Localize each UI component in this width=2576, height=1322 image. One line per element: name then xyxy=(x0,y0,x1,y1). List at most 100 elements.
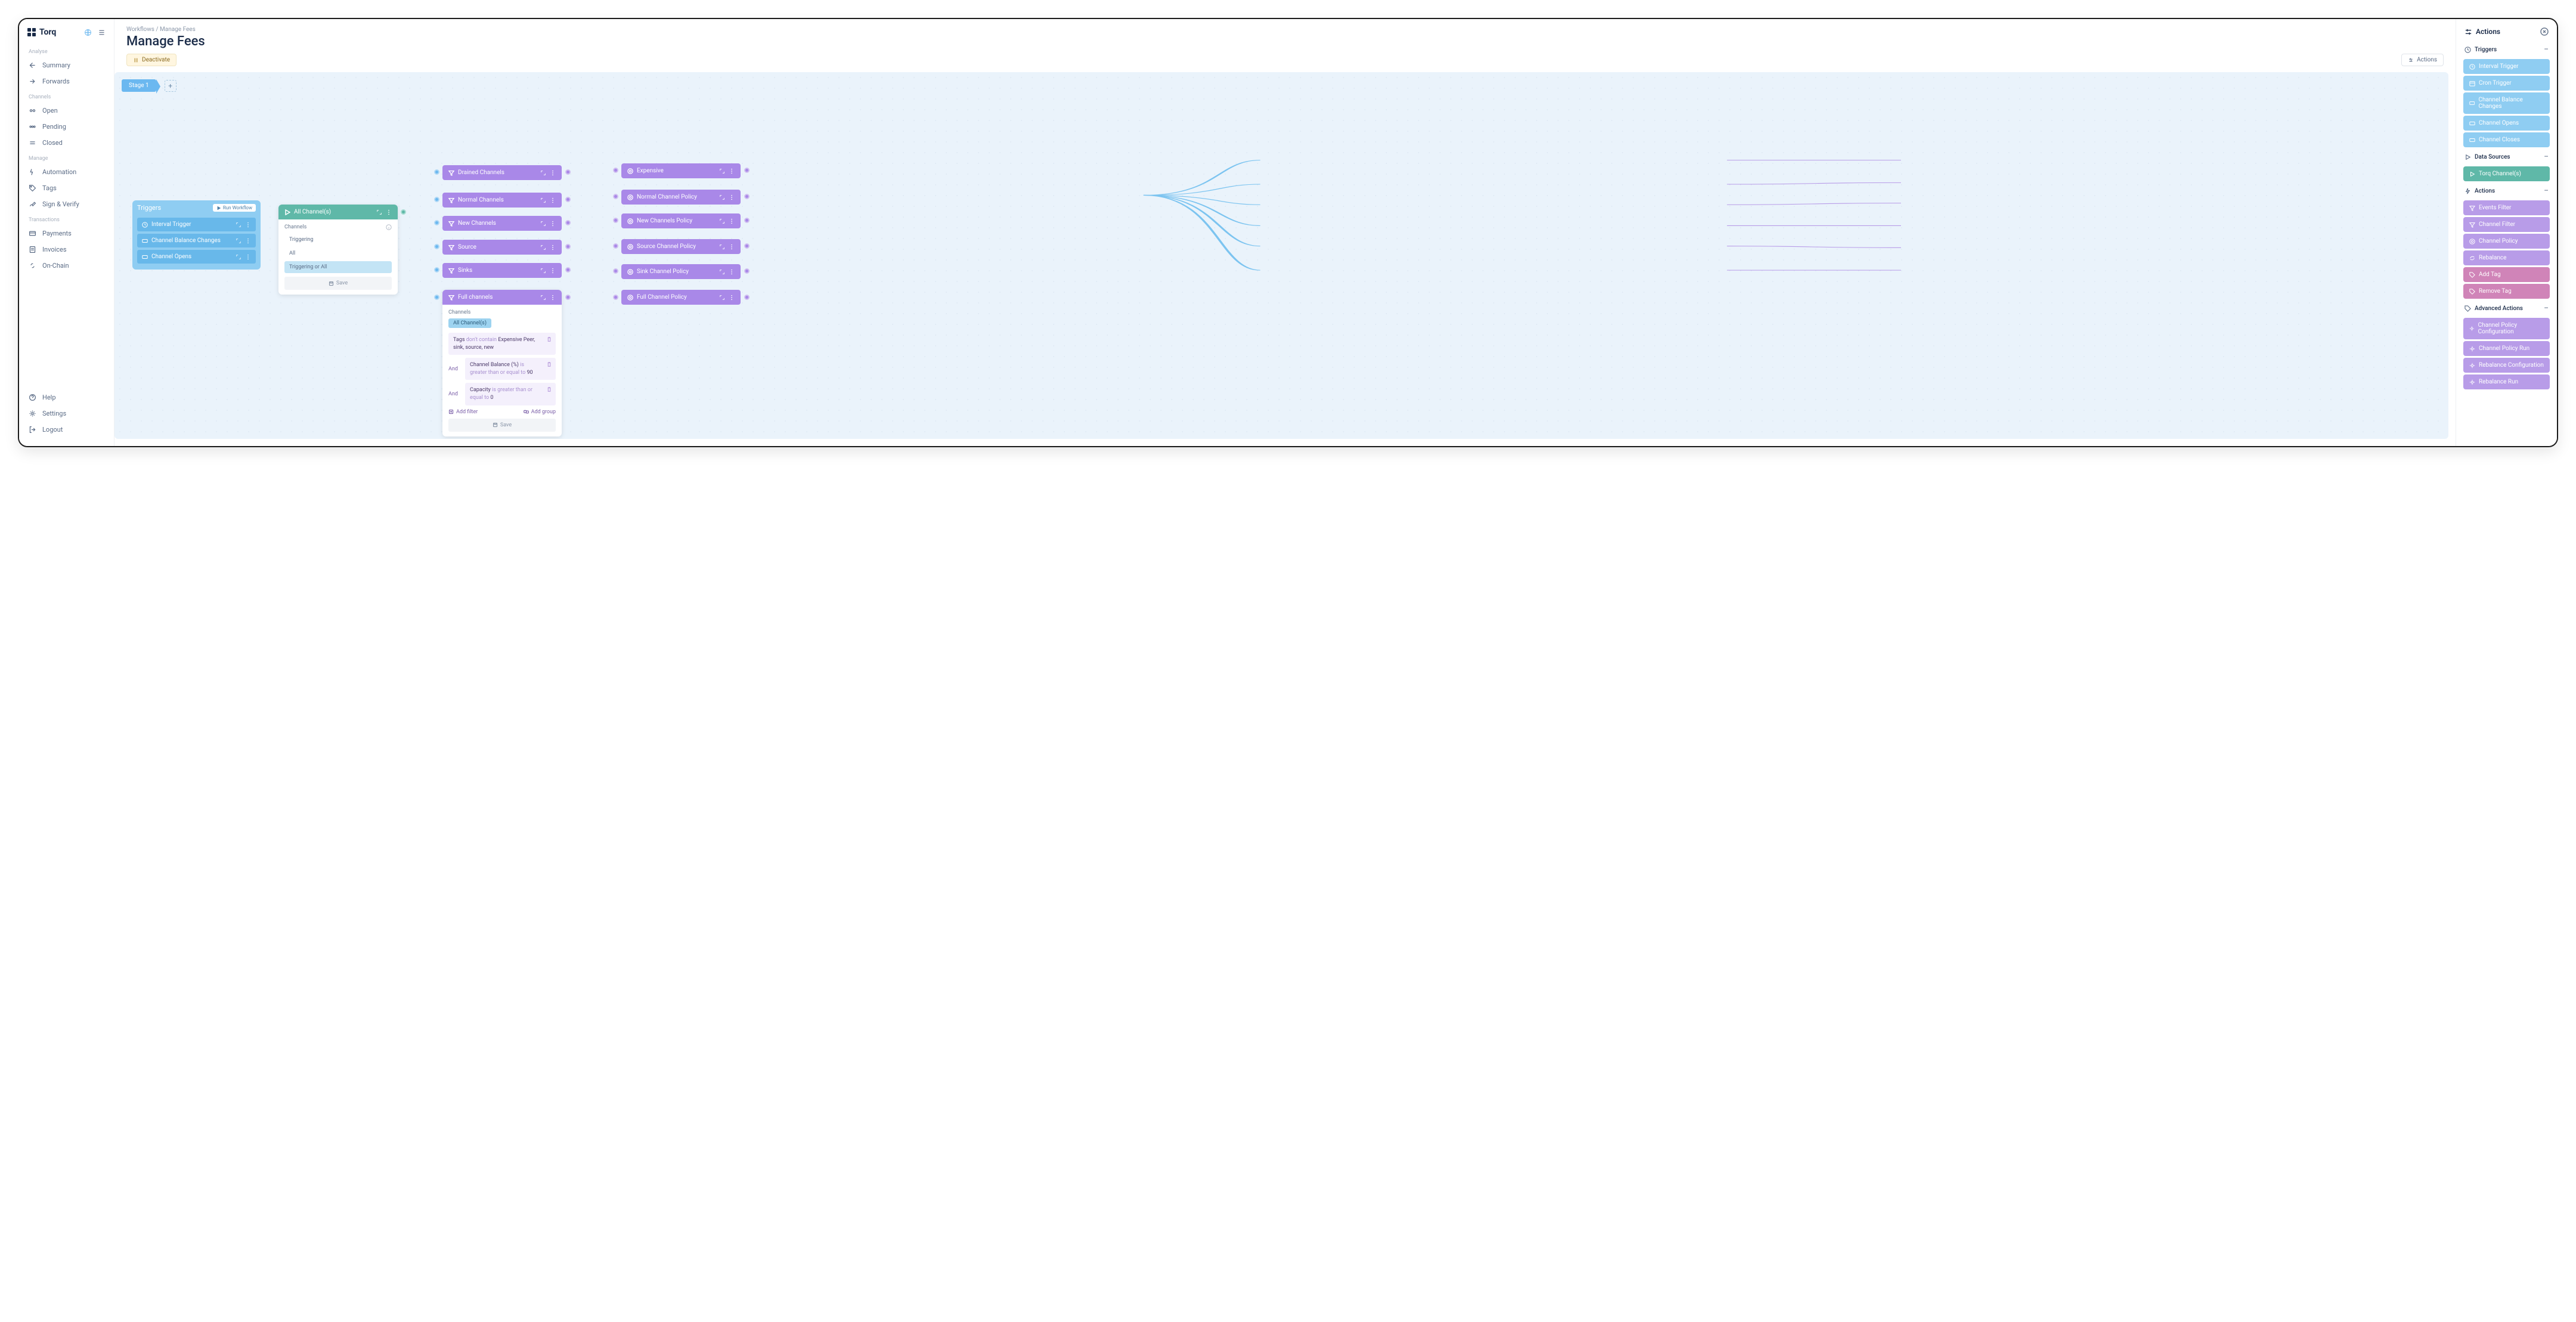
save-button[interactable]: Save xyxy=(448,419,556,432)
policy-expensive[interactable]: Expensive xyxy=(621,163,741,178)
sidebar-item-forwards[interactable]: Forwards xyxy=(19,73,114,89)
port-in[interactable] xyxy=(613,243,618,249)
sidebar-item-closed[interactable]: Closed xyxy=(19,135,114,151)
port-out[interactable] xyxy=(744,243,750,249)
rule-balance[interactable]: Channel Balance (%) is greater than or e… xyxy=(465,358,556,380)
add-filter-button[interactable]: Add filter xyxy=(448,409,478,415)
policy-source[interactable]: Source Channel Policy xyxy=(621,239,741,254)
sidebar-item-settings[interactable]: Settings xyxy=(19,405,114,422)
rp-add-tag[interactable]: Add Tag xyxy=(2463,267,2550,282)
rule-tags[interactable]: Tags don't contain Expensive Peer, sink,… xyxy=(448,333,556,355)
expand-icon[interactable] xyxy=(540,197,546,203)
breadcrumb-workflows[interactable]: Workflows xyxy=(126,26,154,33)
sidebar-item-summary[interactable]: Summary xyxy=(19,57,114,73)
port-out[interactable] xyxy=(744,268,750,274)
sidebar-item-help[interactable]: Help xyxy=(19,389,114,405)
actions-button[interactable]: Actions xyxy=(2401,54,2444,66)
expand-icon[interactable] xyxy=(540,221,546,227)
triggers-card[interactable]: Triggers Run Workflow Interval Trigger C… xyxy=(132,200,261,270)
run-workflow-button[interactable]: Run Workflow xyxy=(213,204,256,212)
port-in[interactable] xyxy=(434,169,439,175)
trigger-row-balance[interactable]: Channel Balance Changes xyxy=(137,234,256,247)
filter-normal[interactable]: Normal Channels xyxy=(442,193,562,208)
filter-sinks[interactable]: Sinks xyxy=(442,263,562,278)
port-out[interactable] xyxy=(744,218,750,223)
channels-chip[interactable]: All Channel(s) xyxy=(448,318,491,328)
expand-icon[interactable] xyxy=(540,244,546,250)
rp-remove-tag[interactable]: Remove Tag xyxy=(2463,284,2550,299)
port-out[interactable] xyxy=(565,295,571,300)
port-out[interactable] xyxy=(565,220,571,225)
expand-icon[interactable] xyxy=(719,168,725,174)
expand-icon[interactable] xyxy=(236,238,242,244)
expand-icon[interactable] xyxy=(540,268,546,274)
rp-channel-balance[interactable]: Channel Balance Changes xyxy=(2463,92,2550,114)
delete-rule-button[interactable] xyxy=(546,361,552,370)
add-stage-button[interactable]: + xyxy=(165,80,177,92)
rp-rebalance-run[interactable]: Rebalance Run xyxy=(2463,374,2550,389)
more-icon[interactable] xyxy=(550,170,556,176)
rp-events-filter[interactable]: Events Filter xyxy=(2463,200,2550,215)
policy-new[interactable]: New Channels Policy xyxy=(621,213,741,228)
close-icon[interactable] xyxy=(2540,27,2549,36)
sidebar-item-automation[interactable]: Automation xyxy=(19,164,114,180)
port-in[interactable] xyxy=(613,168,618,173)
menu-icon[interactable] xyxy=(98,29,106,36)
port-out[interactable] xyxy=(565,267,571,273)
save-button[interactable]: Save xyxy=(284,277,392,290)
port-in[interactable] xyxy=(434,267,439,273)
port-in[interactable] xyxy=(434,197,439,202)
port-out[interactable] xyxy=(565,169,571,175)
sidebar-item-pending[interactable]: Pending xyxy=(19,119,114,135)
more-icon[interactable] xyxy=(550,295,556,301)
rp-cron-trigger[interactable]: Cron Trigger xyxy=(2463,76,2550,91)
expand-icon[interactable] xyxy=(719,295,725,301)
more-icon[interactable] xyxy=(729,194,735,200)
trigger-row-interval[interactable]: Interval Trigger xyxy=(137,218,256,231)
filter-new[interactable]: New Channels xyxy=(442,216,562,231)
more-icon[interactable] xyxy=(386,209,392,215)
more-icon[interactable] xyxy=(550,221,556,227)
expand-icon[interactable] xyxy=(540,295,546,301)
sidebar-item-onchain[interactable]: On-Chain xyxy=(19,258,114,274)
info-icon[interactable] xyxy=(386,224,392,230)
expand-icon[interactable] xyxy=(376,209,382,215)
port-in[interactable] xyxy=(434,244,439,249)
expand-icon[interactable] xyxy=(719,194,725,200)
more-icon[interactable] xyxy=(729,168,735,174)
workflow-canvas[interactable]: Stage 1 + Triggers Run Workflow Interval… xyxy=(114,72,2448,439)
opt-triggering[interactable]: Triggering xyxy=(284,234,392,246)
rp-policy-config[interactable]: Channel Policy Configuration xyxy=(2463,318,2550,339)
policy-full[interactable]: Full Channel Policy xyxy=(621,290,741,305)
filter-drained[interactable]: Drained Channels xyxy=(442,165,562,180)
expand-icon[interactable] xyxy=(719,269,725,275)
more-icon[interactable] xyxy=(729,269,735,275)
more-icon[interactable] xyxy=(245,222,251,228)
sidebar-item-logout[interactable]: Logout xyxy=(19,422,114,438)
collapse-icon[interactable]: − xyxy=(2544,304,2549,312)
sidebar-item-signverify[interactable]: Sign & Verify xyxy=(19,196,114,212)
sidebar-item-invoices[interactable]: Invoices xyxy=(19,242,114,258)
app-logo[interactable]: Torq xyxy=(27,27,56,37)
expand-icon[interactable] xyxy=(719,218,725,224)
port-in[interactable] xyxy=(613,268,618,274)
globe-icon[interactable] xyxy=(84,29,92,36)
rp-channel-filter[interactable]: Channel Filter xyxy=(2463,217,2550,232)
sidebar-item-tags[interactable]: Tags xyxy=(19,180,114,196)
policy-sink[interactable]: Sink Channel Policy xyxy=(621,264,741,279)
port-out[interactable] xyxy=(744,295,750,300)
rp-channel-opens[interactable]: Channel Opens xyxy=(2463,116,2550,131)
opt-all[interactable]: All xyxy=(284,247,392,259)
port-out[interactable] xyxy=(744,168,750,173)
port-out[interactable] xyxy=(565,244,571,249)
rule-capacity[interactable]: Capacity is greater than or equal to 0 xyxy=(465,383,556,405)
expand-icon[interactable] xyxy=(719,244,725,250)
more-icon[interactable] xyxy=(729,295,735,301)
sidebar-item-open[interactable]: Open xyxy=(19,103,114,119)
collapse-icon[interactable]: − xyxy=(2544,187,2549,195)
more-icon[interactable] xyxy=(729,244,735,250)
port-in[interactable] xyxy=(613,295,618,300)
more-icon[interactable] xyxy=(550,197,556,203)
filter-source[interactable]: Source xyxy=(442,240,562,255)
more-icon[interactable] xyxy=(245,254,251,260)
